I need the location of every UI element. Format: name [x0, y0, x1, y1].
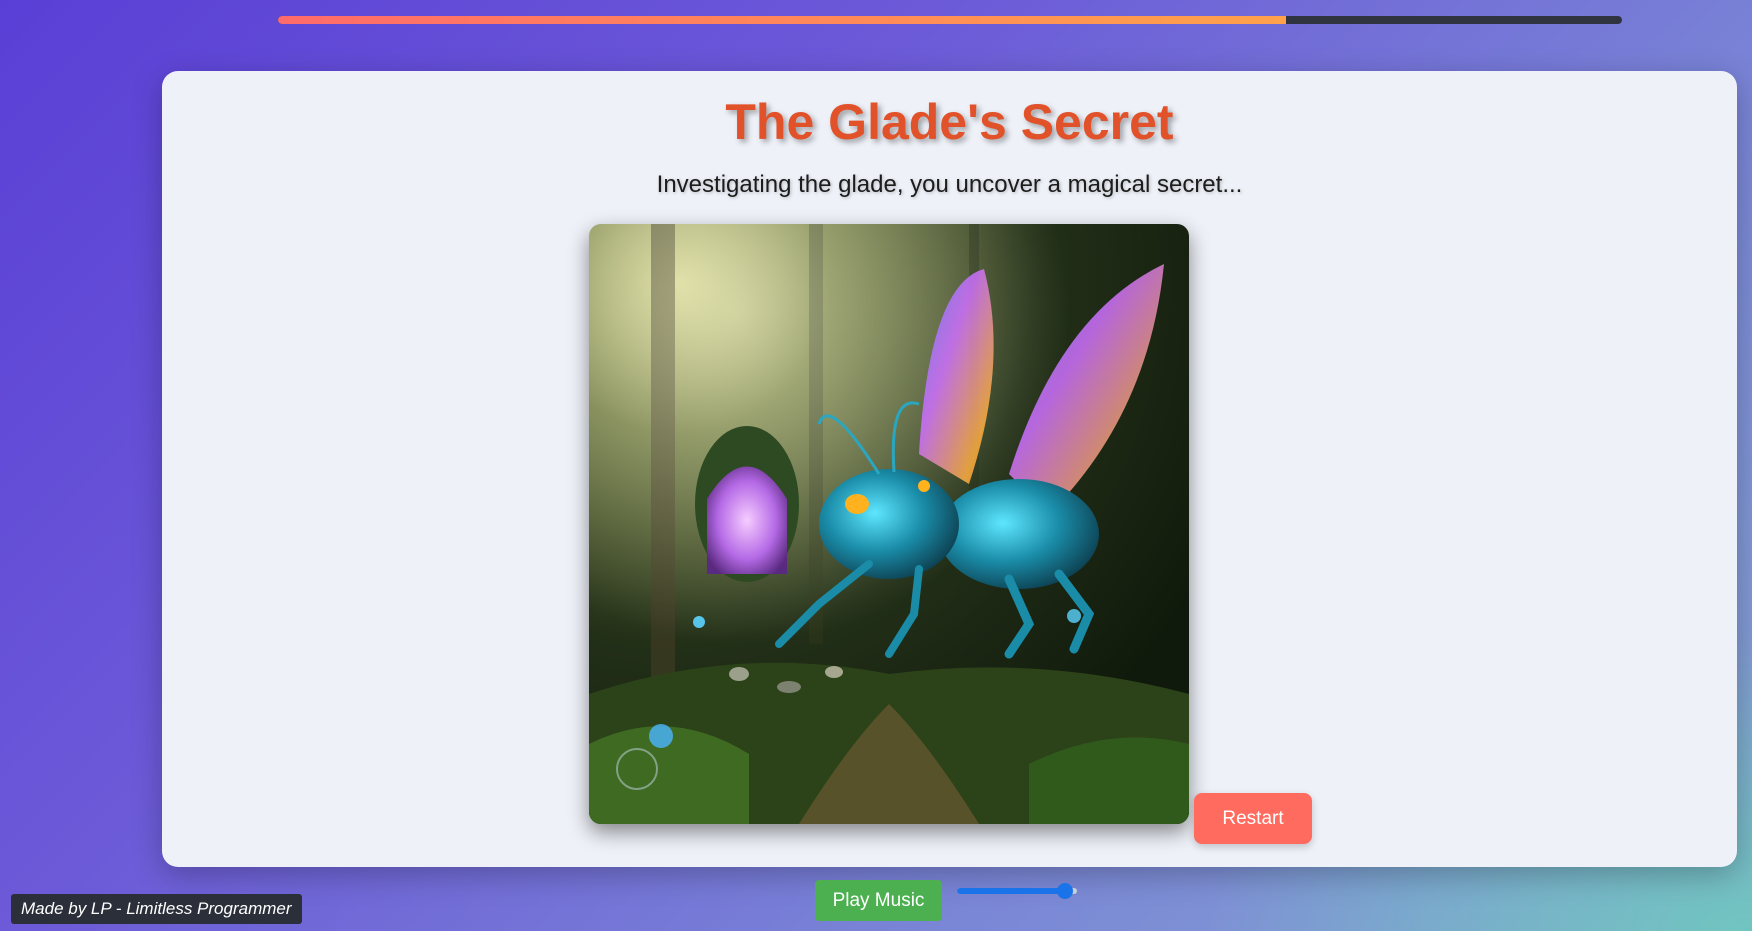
volume-slider-thumb[interactable]	[1057, 883, 1073, 899]
scene-illustration	[589, 224, 1189, 824]
progress-bar-fill	[278, 16, 1286, 24]
credit-badge: Made by LP - Limitless Programmer	[11, 894, 302, 924]
story-title: The Glade's Secret	[725, 94, 1174, 150]
volume-slider[interactable]	[955, 882, 1085, 900]
scene-image	[589, 224, 1189, 824]
restart-button[interactable]: Restart	[1194, 793, 1312, 844]
play-music-button[interactable]: Play Music	[815, 880, 942, 921]
story-card: The Glade's Secret Investigating the gla…	[162, 71, 1737, 867]
volume-slider-fill	[957, 888, 1065, 894]
story-text: Investigating the glade, you uncover a m…	[656, 171, 1243, 198]
progress-bar	[278, 16, 1622, 24]
